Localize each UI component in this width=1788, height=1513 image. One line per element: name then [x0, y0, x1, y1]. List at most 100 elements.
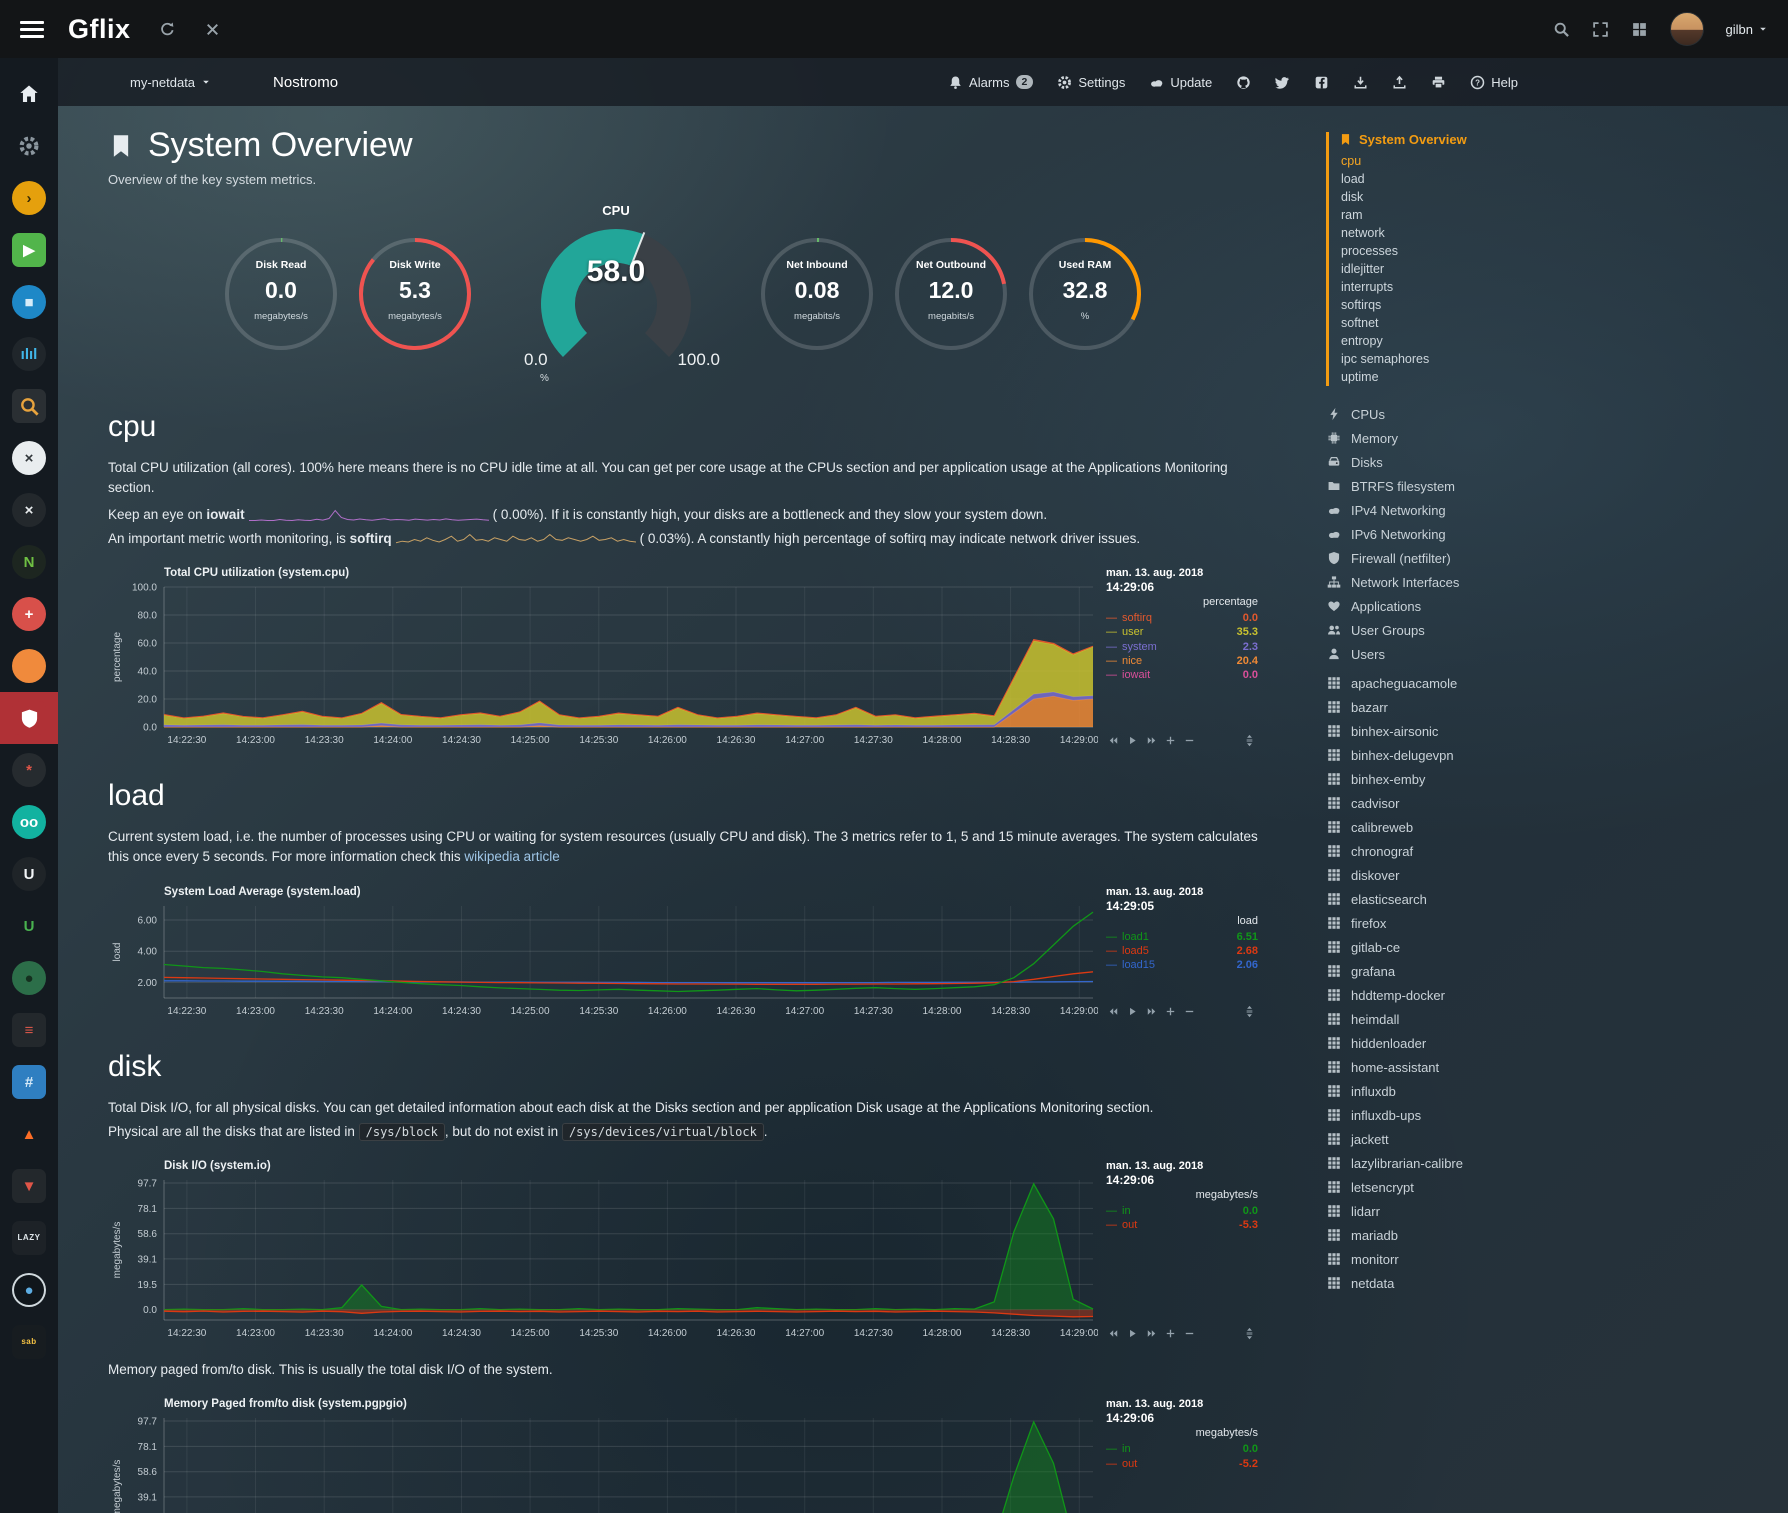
- pan-left-icon[interactable]: [1108, 735, 1119, 746]
- rail-app-emby[interactable]: ▶: [0, 224, 58, 276]
- menu-app-item[interactable]: apacheguacamole: [1326, 671, 1788, 695]
- menu-app-item[interactable]: lazylibrarian-calibre: [1326, 1151, 1788, 1175]
- rail-app-dark-x[interactable]: ×: [0, 484, 58, 536]
- menu-app-item[interactable]: heimdall: [1326, 1007, 1788, 1031]
- rail-app-green-u[interactable]: U: [0, 900, 58, 952]
- menu-group-item[interactable]: User Groups: [1326, 618, 1788, 642]
- menu-app-item[interactable]: binhex-delugevpn: [1326, 743, 1788, 767]
- menu-app-item[interactable]: firefox: [1326, 911, 1788, 935]
- resize-handle-icon[interactable]: [1243, 1005, 1256, 1018]
- print-icon[interactable]: [1431, 75, 1446, 90]
- tabs-grid-icon[interactable]: [1631, 21, 1648, 38]
- menu-app-item[interactable]: binhex-airsonic: [1326, 719, 1788, 743]
- rail-app-plex[interactable]: ›: [0, 172, 58, 224]
- play-icon[interactable]: [1127, 735, 1138, 746]
- legend-series-load1[interactable]: —load16.51: [1106, 930, 1258, 944]
- refresh-tab-icon[interactable]: [159, 21, 176, 38]
- legend-series-iowait[interactable]: —iowait0.0: [1106, 668, 1258, 682]
- menu-app-item[interactable]: letsencrypt: [1326, 1175, 1788, 1199]
- rail-app-drop[interactable]: ●: [0, 1264, 58, 1316]
- menu-group-item[interactable]: IPv4 Networking: [1326, 498, 1788, 522]
- help-button[interactable]: ? Help: [1470, 75, 1518, 90]
- rail-app-nzbget[interactable]: N: [0, 536, 58, 588]
- rail-app-teal-oo[interactable]: oo: [0, 796, 58, 848]
- menu-app-item[interactable]: mariadb: [1326, 1223, 1788, 1247]
- rail-app-sabnzbd[interactable]: sab: [0, 1316, 58, 1368]
- menu-group-item[interactable]: IPv6 Networking: [1326, 522, 1788, 546]
- alarms-button[interactable]: Alarms 2: [948, 75, 1033, 90]
- rail-app-light-x[interactable]: ×: [0, 432, 58, 484]
- softirq-sparkline[interactable]: [396, 532, 636, 546]
- rail-app-lazylibrarian[interactable]: LAZY: [0, 1212, 58, 1264]
- gauge-disk-write[interactable]: Disk Write 5.3 megabytes/s: [356, 235, 474, 353]
- export-snapshot-icon[interactable]: [1353, 75, 1368, 90]
- rail-home[interactable]: [0, 68, 58, 120]
- rail-app-green-dot[interactable]: ●: [0, 952, 58, 1004]
- menu-app-item[interactable]: calibreweb: [1326, 815, 1788, 839]
- twitter-icon[interactable]: [1275, 75, 1290, 90]
- resize-handle-icon[interactable]: [1243, 734, 1256, 747]
- menu-system-overview-title[interactable]: System Overview: [1339, 132, 1788, 147]
- menu-sub-item[interactable]: softnet: [1339, 314, 1788, 332]
- rail-app-red-plus[interactable]: +: [0, 588, 58, 640]
- fullscreen-icon[interactable]: [1592, 21, 1609, 38]
- rail-app-jackett[interactable]: [0, 380, 58, 432]
- legend-series-user[interactable]: —user35.3: [1106, 625, 1258, 639]
- menu-app-item[interactable]: home-assistant: [1326, 1055, 1788, 1079]
- gauge-cpu[interactable]: CPU 58.0 0.0 100.0 %: [510, 203, 722, 384]
- zoom-in-icon[interactable]: [1165, 1006, 1176, 1017]
- menu-app-item[interactable]: influxdb: [1326, 1079, 1788, 1103]
- legend-series-nice[interactable]: —nice20.4: [1106, 654, 1258, 668]
- menu-app-item[interactable]: grafana: [1326, 959, 1788, 983]
- play-icon[interactable]: [1127, 1328, 1138, 1339]
- menu-sub-item[interactable]: uptime: [1339, 368, 1788, 386]
- pan-left-icon[interactable]: [1108, 1328, 1119, 1339]
- menu-app-item[interactable]: monitorr: [1326, 1247, 1788, 1271]
- rail-app-ubiquiti[interactable]: U: [0, 848, 58, 900]
- menu-app-item[interactable]: hddtemp-docker: [1326, 983, 1788, 1007]
- menu-group-item[interactable]: Firewall (netfilter): [1326, 546, 1788, 570]
- zoom-in-icon[interactable]: [1165, 1328, 1176, 1339]
- menu-app-item[interactable]: netdata: [1326, 1271, 1788, 1295]
- menu-app-item[interactable]: cadvisor: [1326, 791, 1788, 815]
- menu-sub-item[interactable]: processes: [1339, 242, 1788, 260]
- rail-app-flower[interactable]: *: [0, 744, 58, 796]
- menu-app-item[interactable]: gitlab-ce: [1326, 935, 1788, 959]
- rail-app-gitlab[interactable]: ▲: [0, 1108, 58, 1160]
- gauge-disk-read[interactable]: Disk Read 0.0 megabytes/s: [222, 235, 340, 353]
- rail-app-pihole[interactable]: [0, 692, 58, 744]
- legend-series-softirq[interactable]: —softirq0.0: [1106, 611, 1258, 625]
- hamburger-menu-icon[interactable]: [20, 21, 44, 38]
- pan-left-icon[interactable]: [1108, 1006, 1119, 1017]
- pan-right-icon[interactable]: [1146, 1006, 1157, 1017]
- play-icon[interactable]: [1127, 1006, 1138, 1017]
- menu-sub-item[interactable]: network: [1339, 224, 1788, 242]
- zoom-out-icon[interactable]: [1184, 1328, 1195, 1339]
- menu-sub-item[interactable]: idlejitter: [1339, 260, 1788, 278]
- rail-app-orange[interactable]: [0, 640, 58, 692]
- menu-sub-item[interactable]: ram: [1339, 206, 1788, 224]
- menu-sub-item[interactable]: cpu: [1339, 152, 1788, 170]
- pan-right-icon[interactable]: [1146, 1328, 1157, 1339]
- menu-app-item[interactable]: diskover: [1326, 863, 1788, 887]
- menu-sub-item[interactable]: load: [1339, 170, 1788, 188]
- menu-sub-item[interactable]: disk: [1339, 188, 1788, 206]
- zoom-in-icon[interactable]: [1165, 735, 1176, 746]
- user-avatar[interactable]: [1670, 12, 1704, 46]
- rail-app-down-arrow[interactable]: ▼: [0, 1160, 58, 1212]
- rail-app-blue-grid[interactable]: #: [0, 1056, 58, 1108]
- menu-app-item[interactable]: bazarr: [1326, 695, 1788, 719]
- menu-app-item[interactable]: elasticsearch: [1326, 887, 1788, 911]
- gauge-net-outbound[interactable]: Net Outbound 12.0 megabits/s: [892, 235, 1010, 353]
- legend-series-in[interactable]: —in0.0: [1106, 1442, 1258, 1456]
- rail-app-airsonic[interactable]: ılıl: [0, 328, 58, 380]
- menu-group-item[interactable]: Network Interfaces: [1326, 570, 1788, 594]
- zoom-out-icon[interactable]: [1184, 735, 1195, 746]
- iowait-sparkline[interactable]: [249, 508, 489, 522]
- legend-series-out[interactable]: —out-5.3: [1106, 1218, 1258, 1232]
- search-icon[interactable]: [1553, 21, 1570, 38]
- menu-group-item[interactable]: Disks: [1326, 450, 1788, 474]
- menu-app-item[interactable]: chronograf: [1326, 839, 1788, 863]
- menu-sub-item[interactable]: ipc semaphores: [1339, 350, 1788, 368]
- rail-app-bars[interactable]: ≡: [0, 1004, 58, 1056]
